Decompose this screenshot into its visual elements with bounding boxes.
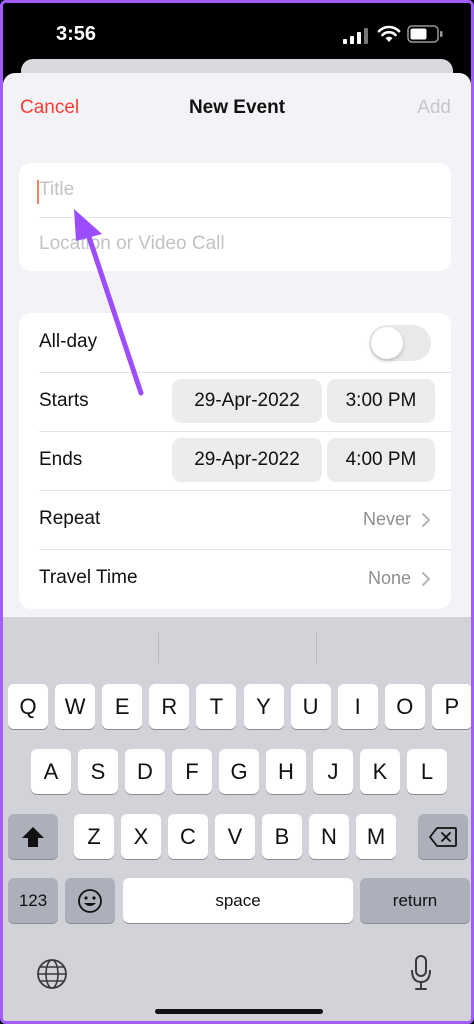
repeat-row[interactable]: Repeat Never [19, 490, 451, 549]
key-x[interactable]: X [121, 814, 161, 859]
shift-key[interactable] [8, 814, 58, 859]
starts-label: Starts [39, 390, 89, 411]
title-input[interactable]: Title [39, 163, 451, 217]
starts-row: Starts 29-Apr-2022 3:00 PM [19, 372, 451, 431]
suggestion-divider [316, 633, 317, 663]
emoji-icon [78, 889, 102, 913]
end-date-button[interactable]: 29-Apr-2022 [172, 438, 322, 482]
key-k[interactable]: K [360, 749, 400, 794]
start-date-button[interactable]: 29-Apr-2022 [172, 379, 322, 423]
key-r[interactable]: R [149, 684, 190, 729]
key-p[interactable]: P [431, 684, 471, 729]
phone-screen: 3:56 Cancel New Event Add Title Location… [0, 0, 474, 1024]
key-b[interactable]: B [262, 814, 302, 859]
key-e[interactable]: E [102, 684, 143, 729]
key-d[interactable]: D [125, 749, 165, 794]
status-time: 3:56 [56, 23, 97, 45]
numbers-key[interactable]: 123 [8, 878, 58, 923]
return-key[interactable]: return [360, 878, 470, 923]
chevron-right-icon [422, 572, 430, 586]
key-t[interactable]: T [196, 684, 237, 729]
key-v[interactable]: V [215, 814, 255, 859]
shift-icon [22, 827, 44, 847]
text-caret [37, 180, 39, 204]
battery-icon [407, 25, 443, 43]
key-m[interactable]: M [356, 814, 396, 859]
allday-toggle[interactable] [369, 325, 431, 361]
key-g[interactable]: G [219, 749, 259, 794]
key-w[interactable]: W [55, 684, 96, 729]
add-button[interactable]: Add [417, 97, 451, 119]
globe-icon[interactable] [35, 957, 69, 991]
key-a[interactable]: A [31, 749, 71, 794]
allday-row: All-day [19, 313, 451, 372]
repeat-value: Never [362, 509, 411, 529]
key-i[interactable]: I [337, 684, 378, 729]
key-u[interactable]: U [290, 684, 331, 729]
suggestion-divider [158, 633, 159, 663]
emoji-key[interactable] [65, 878, 115, 923]
key-h[interactable]: H [266, 749, 306, 794]
start-time-button[interactable]: 3:00 PM [327, 379, 435, 423]
event-details-card: All-day Starts 29-Apr-2022 3:00 PM Ends … [19, 313, 451, 609]
travel-time-row[interactable]: Travel Time None [19, 549, 451, 608]
ends-label: Ends [39, 449, 83, 470]
travel-time-value: None [367, 568, 411, 588]
ends-row: Ends 29-Apr-2022 4:00 PM [19, 431, 451, 490]
key-y[interactable]: Y [243, 684, 284, 729]
repeat-label: Repeat [39, 508, 101, 529]
keyboard: QWERTYUIOP ASDFGHJKL ZXCVBNM 123 space r… [3, 617, 471, 1021]
key-q[interactable]: Q [8, 684, 48, 729]
delete-icon [429, 827, 457, 847]
allday-label: All-day [39, 331, 98, 352]
key-c[interactable]: C [168, 814, 208, 859]
key-o[interactable]: O [384, 684, 425, 729]
status-bar: 3:56 [3, 3, 471, 67]
key-n[interactable]: N [309, 814, 349, 859]
key-j[interactable]: J [313, 749, 353, 794]
page-title: New Event [188, 97, 286, 118]
key-l[interactable]: L [407, 749, 447, 794]
home-indicator [155, 1009, 323, 1014]
travel-time-label: Travel Time [39, 567, 138, 588]
end-time-button[interactable]: 4:00 PM [327, 438, 435, 482]
toggle-knob [371, 327, 403, 359]
key-z[interactable]: Z [74, 814, 114, 859]
location-input[interactable]: Location or Video Call [39, 217, 451, 271]
space-key[interactable]: space [123, 878, 353, 923]
key-f[interactable]: F [172, 749, 212, 794]
key-s[interactable]: S [78, 749, 118, 794]
delete-key[interactable] [418, 814, 468, 859]
mic-icon[interactable] [409, 955, 433, 991]
chevron-right-icon [422, 513, 430, 527]
signal-icon [343, 28, 368, 44]
wifi-icon [377, 25, 401, 42]
nav-bar: Cancel New Event Add [3, 73, 471, 141]
title-location-card: Title Location or Video Call [19, 163, 451, 271]
